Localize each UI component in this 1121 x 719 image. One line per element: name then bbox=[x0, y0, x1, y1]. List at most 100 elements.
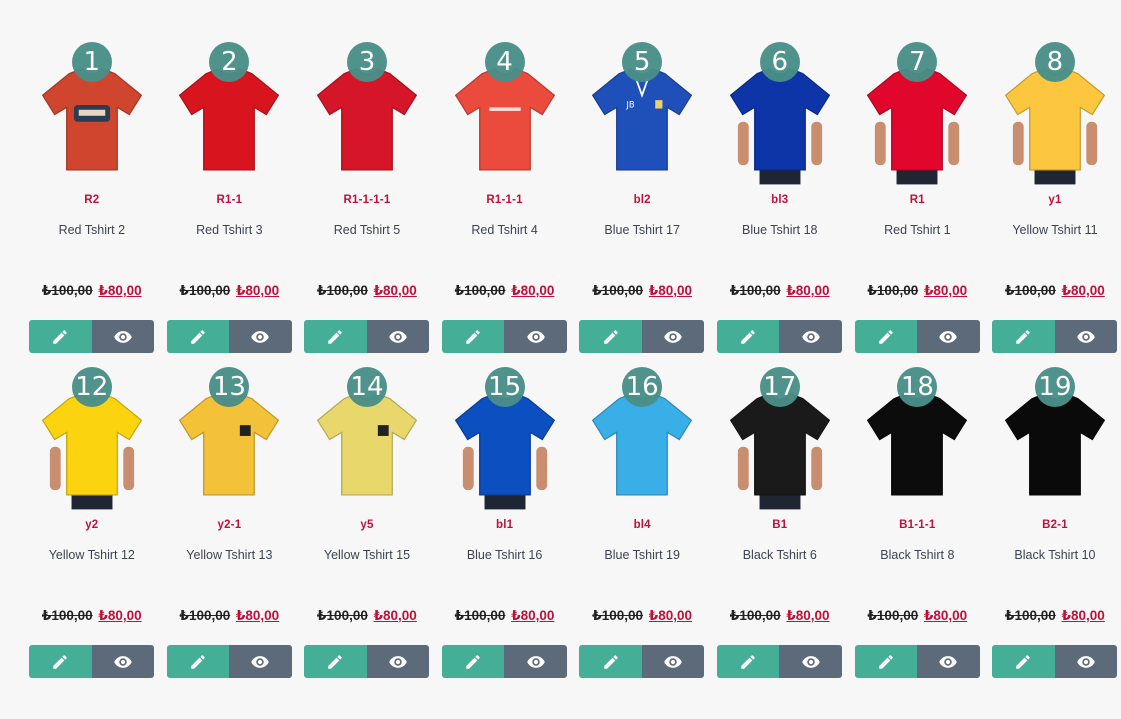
sale-price: ₺80,00 bbox=[923, 608, 968, 623]
view-button[interactable] bbox=[641, 320, 705, 353]
card-actions bbox=[441, 320, 567, 353]
edit-button[interactable] bbox=[579, 320, 642, 353]
pencil-icon bbox=[741, 654, 755, 669]
card-actions bbox=[716, 320, 842, 353]
edit-button[interactable] bbox=[854, 320, 918, 353]
old-price: ₺100,00 bbox=[1005, 283, 1056, 298]
edit-button[interactable] bbox=[579, 645, 642, 678]
product-price: ₺100,00 ₺80,00 bbox=[986, 283, 1121, 299]
view-button[interactable] bbox=[1054, 320, 1118, 353]
product-name: Yellow Tshirt 12 bbox=[48, 548, 135, 562]
eye-icon bbox=[114, 330, 132, 343]
view-button[interactable] bbox=[366, 320, 430, 353]
edit-button[interactable] bbox=[441, 645, 505, 678]
product-card: 15 bl1 Blue Tshirt 16 ₺100,00 ₺80,00 bbox=[436, 360, 574, 685]
edit-button[interactable] bbox=[304, 320, 367, 353]
sale-price: ₺80,00 bbox=[236, 608, 280, 623]
product-reference: bl4 bbox=[633, 519, 651, 531]
card-actions bbox=[29, 645, 154, 678]
sale-price: ₺80,00 bbox=[923, 283, 968, 298]
edit-button[interactable] bbox=[304, 645, 367, 678]
eye-icon bbox=[1077, 330, 1095, 343]
index-badge: 5 bbox=[622, 42, 663, 82]
product-card: 1 R2 Red Tshirt 2 ₺100,00 ₺80,00 bbox=[23, 35, 161, 360]
view-button[interactable] bbox=[504, 645, 567, 678]
card-actions bbox=[304, 645, 430, 678]
product-reference: B1-1-1 bbox=[899, 519, 936, 531]
product-price: ₺100,00 ₺80,00 bbox=[161, 283, 299, 299]
product-reference: y5 bbox=[360, 519, 374, 531]
sale-price: ₺80,00 bbox=[98, 283, 142, 298]
edit-button[interactable] bbox=[166, 320, 230, 353]
card-actions bbox=[29, 320, 154, 353]
view-button[interactable] bbox=[366, 645, 430, 678]
view-button[interactable] bbox=[779, 645, 842, 678]
product-price: ₺100,00 ₺80,00 bbox=[23, 608, 161, 624]
product-price: ₺100,00 ₺80,00 bbox=[711, 608, 849, 624]
index-badge: 1 bbox=[71, 42, 112, 82]
card-actions bbox=[166, 645, 292, 678]
eye-icon bbox=[251, 330, 270, 343]
pencil-icon bbox=[53, 329, 68, 344]
eye-icon bbox=[114, 655, 132, 668]
pencil-icon bbox=[1016, 654, 1031, 669]
product-card: 16 bl4 Blue Tshirt 19 ₺100,00 ₺80,00 bbox=[573, 360, 711, 685]
pencil-icon bbox=[328, 329, 343, 344]
edit-button[interactable] bbox=[29, 645, 92, 678]
view-button[interactable] bbox=[779, 320, 842, 353]
product-name: Red Tshirt 3 bbox=[196, 223, 263, 237]
product-name: Blue Tshirt 16 bbox=[466, 548, 543, 562]
view-button[interactable] bbox=[229, 320, 292, 353]
svg-text:JB: JB bbox=[626, 99, 635, 109]
old-price: ₺100,00 bbox=[592, 283, 644, 298]
view-button[interactable] bbox=[91, 645, 154, 678]
card-actions bbox=[716, 645, 842, 678]
product-card: 2 R1-1 Red Tshirt 3 ₺100,00 ₺80,00 bbox=[161, 35, 299, 360]
old-price: ₺100,00 bbox=[41, 283, 93, 298]
view-button[interactable] bbox=[91, 320, 154, 353]
old-price: ₺100,00 bbox=[729, 608, 781, 623]
product-price: ₺100,00 ₺80,00 bbox=[849, 608, 987, 624]
product-name: Yellow Tshirt 15 bbox=[323, 548, 411, 562]
product-price: ₺100,00 ₺80,00 bbox=[573, 608, 711, 624]
card-actions bbox=[441, 645, 567, 678]
index-badge: 14 bbox=[346, 367, 387, 407]
edit-button[interactable] bbox=[854, 645, 918, 678]
pencil-icon bbox=[879, 329, 893, 344]
edit-button[interactable] bbox=[29, 320, 92, 353]
card-actions bbox=[854, 320, 980, 353]
edit-button[interactable] bbox=[992, 645, 1055, 678]
view-button[interactable] bbox=[917, 320, 980, 353]
old-price: ₺100,00 bbox=[729, 283, 781, 298]
eye-icon bbox=[1077, 655, 1095, 668]
index-badge: 12 bbox=[71, 367, 112, 407]
card-actions bbox=[992, 645, 1118, 678]
product-name: Red Tshirt 1 bbox=[884, 223, 951, 237]
pencil-icon bbox=[603, 329, 618, 344]
product-name: Red Tshirt 4 bbox=[471, 223, 538, 237]
eye-icon bbox=[389, 330, 407, 343]
card-actions bbox=[992, 320, 1118, 353]
product-name: Yellow Tshirt 13 bbox=[186, 548, 273, 562]
index-badge: 8 bbox=[1034, 42, 1075, 82]
view-button[interactable] bbox=[641, 645, 705, 678]
product-card: 6 bl3 Blue Tshirt 18 ₺100,00 ₺80,00 bbox=[711, 35, 849, 360]
view-button[interactable] bbox=[504, 320, 567, 353]
product-reference: R1-1 bbox=[216, 194, 243, 206]
old-price: ₺100,00 bbox=[1005, 608, 1056, 623]
view-button[interactable] bbox=[1054, 645, 1118, 678]
product-card: 4 R1-1-1 Red Tshirt 4 ₺100,00 ₺80,00 bbox=[436, 35, 574, 360]
view-button[interactable] bbox=[229, 645, 292, 678]
product-reference: R1-1-1-1 bbox=[343, 194, 391, 206]
old-price: ₺100,00 bbox=[179, 283, 231, 298]
edit-button[interactable] bbox=[441, 320, 505, 353]
edit-button[interactable] bbox=[992, 320, 1055, 353]
index-badge: 4 bbox=[484, 42, 525, 82]
product-price: ₺100,00 ₺80,00 bbox=[986, 608, 1121, 624]
edit-button[interactable] bbox=[716, 320, 780, 353]
product-reference: B1 bbox=[772, 519, 788, 531]
view-button[interactable] bbox=[917, 645, 980, 678]
edit-button[interactable] bbox=[716, 645, 780, 678]
edit-button[interactable] bbox=[166, 645, 230, 678]
product-card: 14 y5 Yellow Tshirt 15 ₺100,00 ₺80,00 bbox=[298, 360, 436, 685]
